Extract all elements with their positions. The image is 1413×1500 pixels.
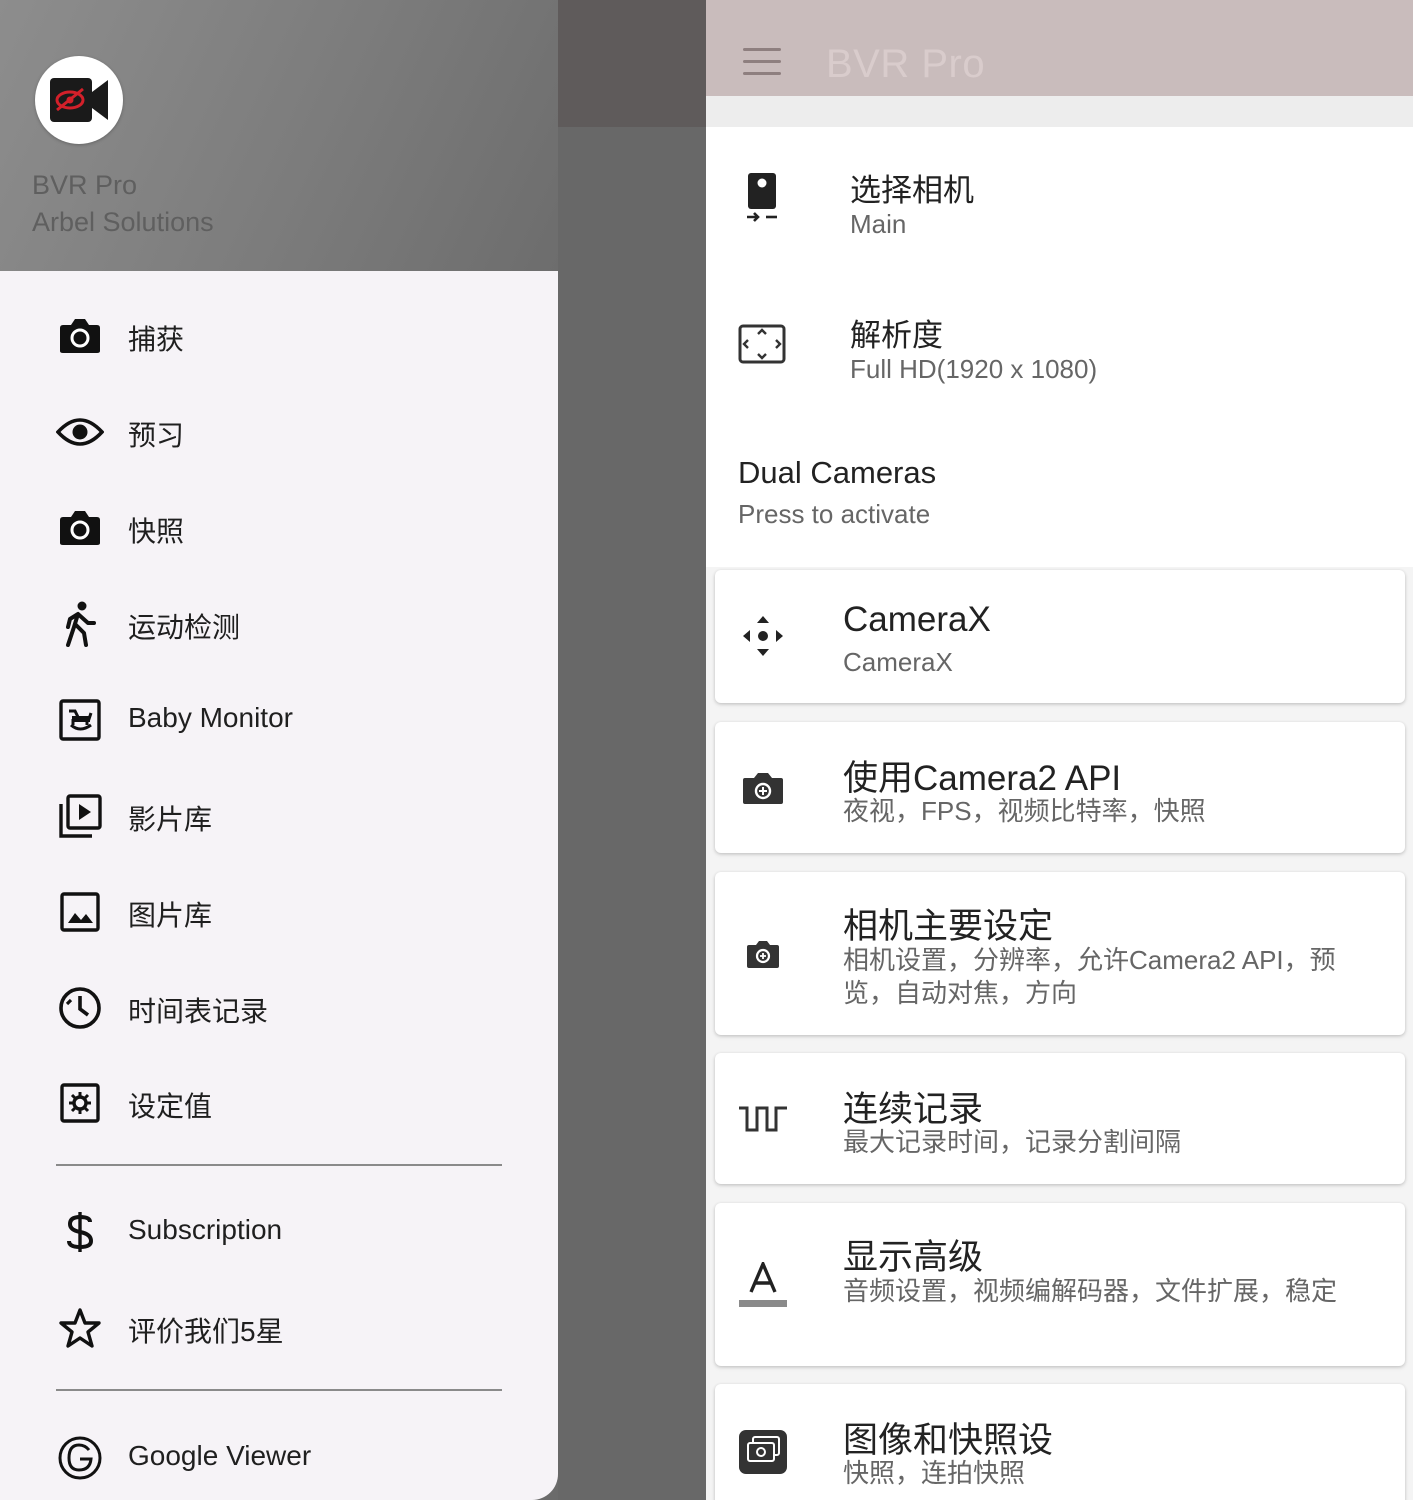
camerax-title: CameraX (843, 600, 991, 639)
camera-icon (54, 502, 106, 554)
app-logo (35, 56, 123, 144)
dual-cameras-row[interactable]: Dual Cameras Press to activate (706, 417, 1413, 567)
continuous-recording-subtitle: 最大记录时间，记录分割间隔 (843, 1127, 1182, 1157)
star-outline-icon (54, 1302, 106, 1354)
resolution-value: Full HD(1920 x 1080) (850, 354, 1098, 384)
nav-item-label: 预习 (128, 420, 185, 451)
photo-stack-icon (737, 1426, 789, 1478)
move-arrows-icon (737, 610, 789, 662)
navigation-drawer: BVR Pro Arbel Solutions 捕获 预习 快照 运动检测 Ba… (0, 0, 558, 1500)
continuous-recording-card[interactable]: 连续记录 最大记录时间，记录分割间隔 (715, 1053, 1405, 1184)
nav-item-label: 运动检测 (128, 612, 241, 643)
nav-item-label: 捕获 (128, 324, 185, 355)
nav-item-video-library[interactable]: 影片库 (0, 776, 558, 856)
nav-item-schedule-recording[interactable]: 时间表记录 (0, 968, 558, 1048)
nav-item-label: 时间表记录 (128, 996, 269, 1027)
nav-item-label: Google Viewer (128, 1440, 312, 1471)
dual-cameras-title: Dual Cameras (738, 455, 937, 490)
camera-settings-icon (737, 928, 789, 980)
drawer-header: BVR Pro Arbel Solutions (0, 0, 558, 271)
image-snapshot-subtitle: 快照，连拍快照 (843, 1458, 1026, 1488)
toolbar-title: BVR Pro (826, 42, 986, 86)
camera-main-settings-card[interactable]: 相机主要设定 相机设置，分辨率，允许Camera2 API，预览，自动对焦，方向 (715, 872, 1405, 1035)
eye-icon (54, 406, 106, 458)
video-camera-icon (50, 78, 108, 122)
text-format-icon (737, 1259, 789, 1311)
scrim[interactable] (558, 127, 706, 1500)
developer-name: Arbel Solutions (32, 207, 214, 237)
advanced-subtitle: 音频设置，视频编解码器，文件扩展，稳定 (843, 1276, 1338, 1306)
select-camera-value: Main (850, 209, 907, 239)
drawer-divider (56, 1164, 502, 1166)
pulse-wave-icon (737, 1093, 789, 1145)
nav-item-snapshot[interactable]: 快照 (0, 488, 558, 568)
camera-switch-icon (737, 762, 789, 814)
settings-screen: BVR Pro 选择相机 Main 解析度 Full HD(1920 x 108… (706, 0, 1413, 1500)
camerax-subtitle: CameraX (843, 647, 953, 677)
google-icon (54, 1432, 106, 1484)
app-name: BVR Pro (32, 170, 138, 200)
rocking-horse-icon (54, 694, 106, 746)
menu-icon[interactable] (743, 48, 781, 76)
video-library-icon (54, 790, 106, 842)
nav-item-label: 评价我们5星 (128, 1316, 284, 1347)
nav-item-google-viewer[interactable]: Google Viewer (0, 1418, 558, 1498)
camera-rear-icon (736, 172, 788, 224)
camera-icon (54, 310, 106, 362)
nav-item-label: 影片库 (128, 804, 213, 835)
nav-item-label: 设定值 (128, 1091, 213, 1122)
walking-person-icon (54, 598, 106, 650)
drawer-divider (56, 1389, 502, 1391)
nav-item-label: Subscription (128, 1214, 283, 1245)
image-snapshot-title: 图像和快照设 (843, 1421, 1054, 1460)
advanced-title: 显示高级 (843, 1238, 984, 1277)
nav-item-subscription[interactable]: Subscription (0, 1192, 558, 1272)
camera2-api-subtitle: 夜视，FPS，视频比特率，快照 (843, 796, 1206, 826)
resolution-row[interactable]: 解析度 Full HD(1920 x 1080) (706, 272, 1413, 417)
schedule-clock-icon (54, 982, 106, 1034)
image-snapshot-card[interactable]: 图像和快照设 快照，连拍快照 (715, 1384, 1405, 1500)
camera2-api-card[interactable]: 使用Camera2 API 夜视，FPS，视频比特率，快照 (715, 722, 1405, 853)
scrim-top (558, 0, 706, 127)
nav-item-settings[interactable]: 设定值 (0, 1063, 558, 1143)
image-icon (54, 886, 106, 938)
nav-item-image-library[interactable]: 图片库 (0, 872, 558, 952)
aspect-ratio-icon (736, 318, 788, 370)
settings-box-icon (54, 1077, 106, 1129)
nav-item-rate-us[interactable]: 评价我们5星 (0, 1288, 558, 1368)
select-camera-row[interactable]: 选择相机 Main (706, 127, 1413, 272)
camera-settings-list: 选择相机 Main 解析度 Full HD(1920 x 1080) Dual … (706, 127, 1413, 567)
nav-item-label: 快照 (128, 516, 185, 547)
camerax-card[interactable]: CameraX CameraX (715, 570, 1405, 703)
nav-item-capture[interactable]: 捕获 (0, 296, 558, 376)
camera-main-settings-title: 相机主要设定 (843, 907, 1054, 946)
dual-cameras-subtitle: Press to activate (738, 499, 931, 529)
nav-item-label: 图片库 (128, 900, 213, 931)
camera-main-settings-subtitle: 相机设置，分辨率，允许Camera2 API，预览，自动对焦，方向 (843, 945, 1336, 1008)
camera2-api-title: 使用Camera2 API (843, 759, 1122, 798)
nav-item-label: Baby Monitor (128, 702, 293, 733)
dollar-icon (54, 1206, 106, 1258)
nav-item-motion-detection[interactable]: 运动检测 (0, 584, 558, 664)
nav-item-preview[interactable]: 预习 (0, 392, 558, 472)
advanced-card[interactable]: 显示高级 音频设置，视频编解码器，文件扩展，稳定 (715, 1203, 1405, 1366)
nav-item-baby-monitor[interactable]: Baby Monitor (0, 680, 558, 760)
resolution-title: 解析度 (850, 318, 943, 353)
continuous-recording-title: 连续记录 (843, 1090, 984, 1129)
select-camera-title: 选择相机 (850, 173, 974, 208)
app-bar: BVR Pro (706, 0, 1413, 96)
